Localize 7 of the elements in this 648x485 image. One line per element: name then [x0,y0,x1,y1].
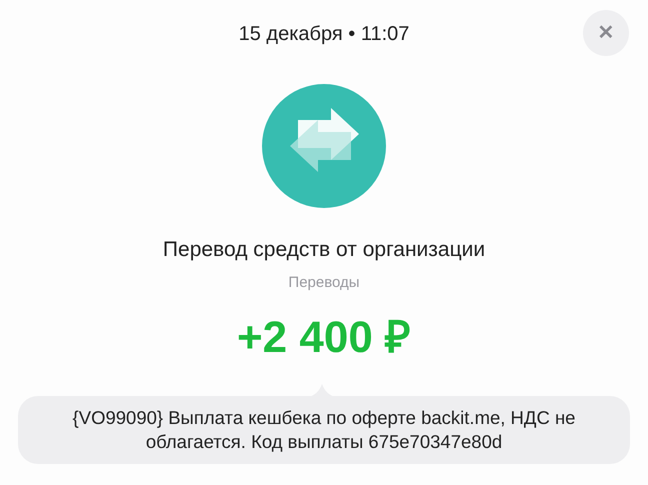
close-button[interactable]: ✕ [583,10,629,56]
date-time: 15 декабря • 11:07 [238,22,410,47]
amount: +2 400 ₽ [236,316,412,360]
operation-title: Перевод средств от организации [162,237,486,263]
transfer-arrows-icon [262,84,386,208]
comment-text: {VO99090} Выплата кешбека по оферте backit.me, НДС не облагается. Код выплаты 675e70347e80d [72,406,576,454]
category-label: Переводы [288,272,360,292]
